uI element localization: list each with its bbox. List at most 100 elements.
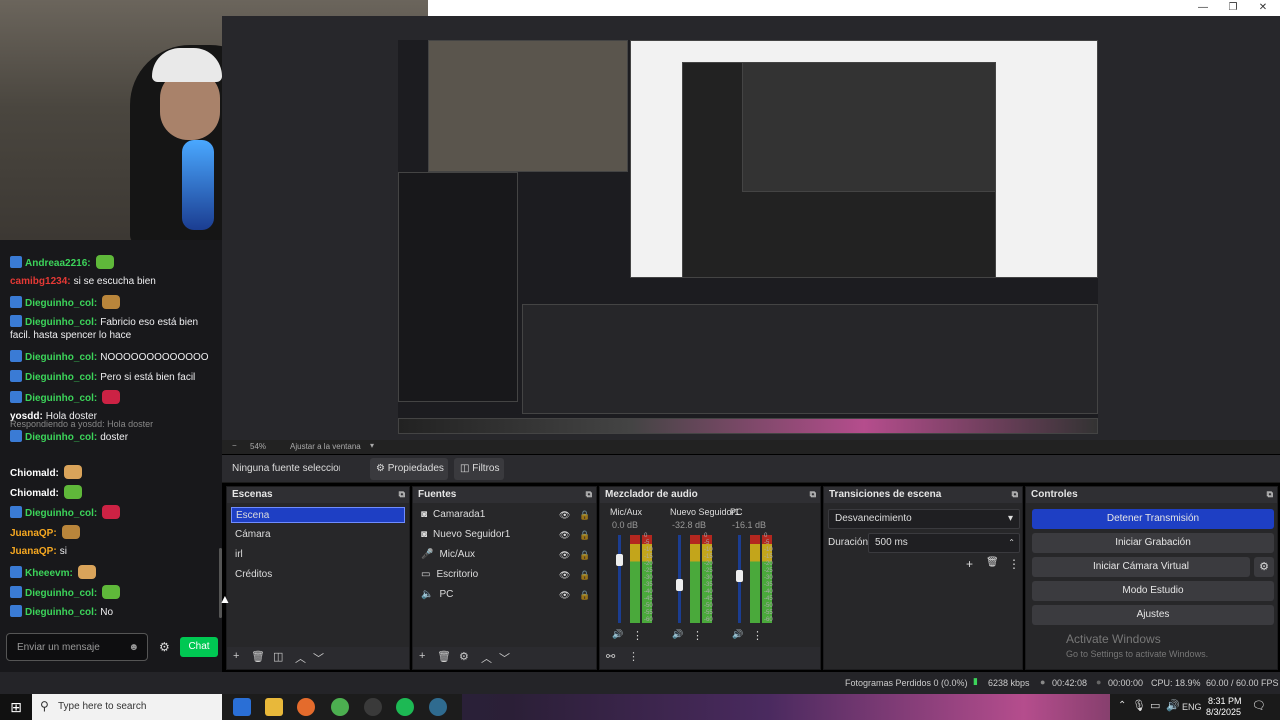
trash-icon[interactable]: 🗑	[986, 557, 999, 568]
speaker-icon[interactable]: 🔊	[672, 629, 683, 640]
visibility-eye-icon[interactable]: 👁	[559, 507, 570, 523]
settings-button[interactable]: Ajustes	[1032, 605, 1274, 625]
notifications-icon[interactable]: 🗨	[1252, 699, 1266, 712]
chat-username[interactable]: Dieguinho_col:	[25, 393, 97, 404]
volume-slider-handle[interactable]	[736, 570, 743, 583]
lock-icon[interactable]: 🔒	[579, 547, 590, 563]
more-icon[interactable]: ⋮	[628, 650, 639, 663]
chat-username[interactable]: Dieguinho_col:	[25, 372, 97, 383]
chat-username[interactable]: Dieguinho_col:	[25, 607, 97, 618]
add-icon[interactable]: +	[233, 650, 239, 662]
network-icon[interactable]: ▭	[1150, 699, 1160, 712]
maximize-icon[interactable]: ❐	[1218, 0, 1248, 16]
start-icon[interactable]: ⊞	[0, 694, 32, 720]
visibility-eye-icon[interactable]: 👁	[559, 587, 570, 603]
filter-icon[interactable]: ◫	[273, 650, 283, 663]
obs-icon[interactable]	[364, 698, 382, 716]
scene-item[interactable]: Escena	[231, 507, 405, 523]
chat-username[interactable]: Dieguinho_col:	[25, 508, 97, 519]
dock-float-icon[interactable]: ⧉	[810, 489, 816, 500]
lock-icon[interactable]: 🔒	[579, 507, 590, 523]
chevron-down-icon[interactable]: ▾	[370, 441, 374, 450]
more-icon[interactable]: ⋮	[632, 629, 643, 642]
trash-icon[interactable]: 🗑	[437, 650, 451, 663]
dock-float-icon[interactable]: ⧉	[399, 489, 405, 500]
add-icon[interactable]: +	[966, 557, 973, 571]
chat-username[interactable]: camibg1234:	[10, 276, 71, 287]
source-item[interactable]: ◙ Nuevo Seguidor1 👁 🔒	[417, 527, 594, 543]
arrow-down-icon[interactable]: ﹀	[499, 650, 510, 666]
speaker-icon[interactable]: 🔊	[612, 629, 623, 640]
chat-username[interactable]: Chiomald:	[10, 488, 59, 499]
dock-float-icon[interactable]: ⧉	[1267, 489, 1273, 500]
dock-float-icon[interactable]: ⧉	[1012, 489, 1018, 500]
zoom-out-icon[interactable]: −	[232, 441, 237, 450]
filters-button[interactable]: ◫ Filtros	[454, 458, 504, 480]
chrome-icon[interactable]	[331, 698, 349, 716]
chat-username[interactable]: JuanaQP:	[10, 546, 57, 557]
more-icon[interactable]: ⋮	[692, 629, 703, 642]
stop-streaming-button[interactable]: Detener Transmisión	[1032, 509, 1274, 529]
minimize-icon[interactable]: —	[1188, 0, 1218, 16]
language-indicator[interactable]: ENG	[1182, 702, 1202, 712]
chat-username[interactable]: JuanaQP:	[10, 528, 57, 539]
source-item[interactable]: ◙ Camarada1 👁 🔒	[417, 507, 594, 523]
chat-username[interactable]: Dieguinho_col:	[25, 352, 97, 363]
clock-time[interactable]: 8:31 PM	[1208, 696, 1242, 706]
source-item[interactable]: 🔈 PC 👁 🔒	[417, 587, 594, 603]
chat-username[interactable]: Chiomald:	[10, 468, 59, 479]
chat-username[interactable]: Dieguinho_col:	[25, 298, 97, 309]
start-recording-button[interactable]: Iniciar Grabación	[1032, 533, 1274, 553]
chat-username[interactable]: Dieguinho_col:	[25, 317, 97, 328]
dock-float-icon[interactable]: ⧉	[586, 489, 592, 500]
more-icon[interactable]: ⋮	[752, 629, 763, 642]
volume-slider[interactable]	[618, 535, 621, 623]
browser-icon[interactable]	[429, 698, 447, 716]
volume-slider-handle[interactable]	[616, 554, 623, 567]
start-virtual-camera-button[interactable]: Iniciar Cámara Virtual	[1032, 557, 1250, 577]
visibility-eye-icon[interactable]: 👁	[559, 547, 570, 563]
taskbar-search[interactable]: ⚲ Type here to search	[32, 694, 222, 720]
visibility-eye-icon[interactable]: 👁	[559, 527, 570, 543]
lock-icon[interactable]: 🔒	[579, 527, 590, 543]
chat-scrollbar[interactable]	[219, 548, 222, 618]
mic-icon[interactable]: 🎙	[1132, 699, 1146, 712]
source-item[interactable]: 🎤 Mic/Aux 👁 🔒	[417, 547, 594, 563]
file-explorer-icon[interactable]	[265, 698, 283, 716]
properties-button[interactable]: ⚙ Propiedades	[370, 458, 448, 480]
speaker-icon[interactable]: 🔊	[732, 629, 743, 640]
preview-canvas[interactable]	[398, 40, 1098, 434]
clock-date[interactable]: 8/3/2025	[1206, 707, 1241, 717]
tray-chevron-icon[interactable]: ⌃	[1118, 700, 1126, 711]
chat-username[interactable]: Dieguinho_col:	[25, 432, 97, 443]
chat-send-button[interactable]: Chat	[180, 637, 218, 657]
emoji-icon[interactable]: ☻	[128, 642, 139, 653]
visibility-eye-icon[interactable]: 👁	[559, 567, 570, 583]
lock-icon[interactable]: 🔒	[579, 567, 590, 583]
spotify-icon[interactable]	[396, 698, 414, 716]
chat-username[interactable]: Kheeevm:	[25, 568, 73, 579]
chat-username[interactable]: Dieguinho_col:	[25, 588, 97, 599]
transition-select[interactable]: Desvanecimiento ▾	[828, 509, 1020, 529]
zoom-level[interactable]: 54%	[250, 442, 266, 451]
gear-icon[interactable]: ⚙	[459, 650, 469, 663]
fit-window-label[interactable]: Ajustar a la ventana	[290, 442, 361, 451]
virtual-camera-settings-icon[interactable]: ⚙	[1254, 557, 1274, 577]
chat-settings-icon[interactable]: ⚙	[159, 640, 170, 654]
task-view-icon[interactable]	[233, 698, 251, 716]
close-icon[interactable]: ✕	[1248, 0, 1278, 16]
scene-item[interactable]: irl	[231, 547, 405, 563]
link-icon[interactable]: ⚯	[606, 650, 615, 663]
arrow-up-icon[interactable]: ︿	[295, 650, 306, 666]
firefox-icon[interactable]	[297, 698, 315, 716]
volume-slider-handle[interactable]	[676, 579, 683, 591]
add-icon[interactable]: +	[419, 650, 425, 662]
lock-icon[interactable]: 🔒	[579, 587, 590, 603]
chat-input[interactable]: Enviar un mensaje ☻	[6, 633, 148, 661]
scene-item[interactable]: Créditos	[231, 567, 405, 583]
studio-mode-button[interactable]: Modo Estudio	[1032, 581, 1274, 601]
chat-username[interactable]: Andreaa2216:	[25, 258, 91, 269]
trash-icon[interactable]: 🗑	[251, 650, 265, 663]
source-item[interactable]: ▭ Escritorio 👁 🔒	[417, 567, 594, 583]
more-icon[interactable]: ⋮	[1008, 557, 1020, 571]
